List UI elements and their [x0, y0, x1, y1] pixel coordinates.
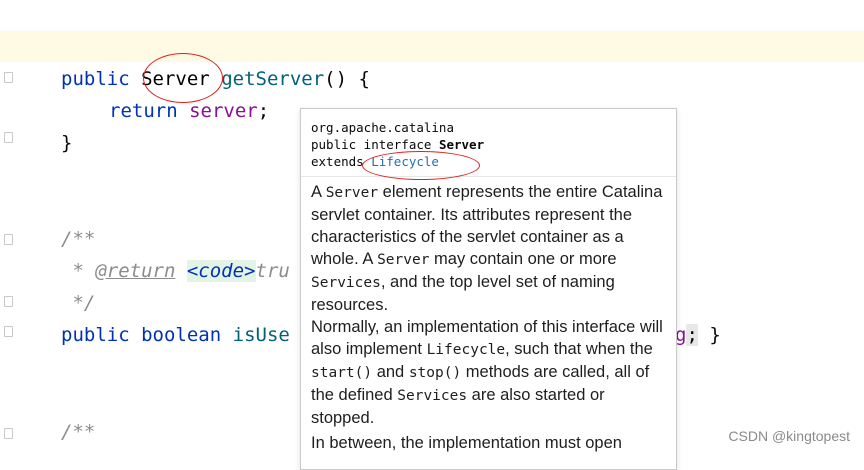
html-code-tag: <code>: [186, 260, 256, 282]
doc-code-span: Services: [397, 388, 468, 404]
code-text: ;: [257, 100, 270, 122]
fold-icon[interactable]: [4, 428, 13, 439]
fold-icon[interactable]: [4, 72, 13, 83]
code-line-isuse-tail: g; }: [675, 323, 721, 347]
comment-text: *: [61, 260, 96, 282]
method-name: getServer: [221, 68, 325, 90]
code-line-brace[interactable]: }: [61, 131, 72, 155]
fold-icon[interactable]: [4, 132, 13, 143]
doc-text-span: A: [311, 183, 326, 201]
current-line-highlight: [0, 31, 864, 62]
doc-declaration: public interface Server: [311, 136, 666, 153]
doc-body: A Server element represents the entire C…: [301, 177, 676, 458]
code-text: }: [61, 132, 73, 154]
quick-documentation-popup[interactable]: org.apache.catalina public interface Ser…: [300, 108, 677, 470]
code-text: }: [697, 324, 721, 346]
doc-code-span: start(): [311, 365, 373, 381]
watermark: CSDN @kingtopest: [728, 428, 850, 444]
doc-code-span: Lifecycle: [426, 342, 506, 358]
fold-icon[interactable]: [4, 326, 13, 337]
doc-signature: org.apache.catalina public interface Ser…: [301, 109, 676, 177]
doc-text-span: , such that when the: [505, 340, 653, 358]
doc-code-span: Server: [377, 252, 430, 268]
annotation-ellipse: [143, 53, 223, 103]
decl-prefix: public interface: [311, 137, 439, 152]
doc-text-span: may contain one or more: [429, 250, 617, 268]
decl-name: Server: [438, 137, 485, 152]
comment-text: */: [61, 292, 96, 314]
keyword: return: [109, 100, 178, 122]
doc-code-span: Services: [311, 275, 381, 291]
javadoc-open[interactable]: /**: [61, 227, 95, 251]
javadoc-tag: @return: [95, 260, 176, 282]
comment-text: /**: [61, 228, 96, 250]
keyword: public: [61, 324, 130, 346]
comment-text: /**: [61, 421, 96, 443]
field-server: server: [189, 100, 258, 122]
javadoc-close[interactable]: */: [61, 291, 95, 315]
keyword: public: [61, 68, 130, 90]
doc-paragraph-3: In between, the implementation must open: [311, 434, 622, 452]
editor-gutter: [0, 0, 16, 457]
doc-package: org.apache.catalina: [311, 120, 454, 135]
annotation-ellipse: [362, 151, 480, 180]
javadoc-return-line[interactable]: * @return <code>tru: [61, 259, 290, 283]
comment-text: tru: [255, 260, 290, 282]
code-text: () {: [324, 68, 370, 90]
javadoc-open-2[interactable]: /**: [61, 420, 95, 444]
keyword: boolean: [141, 324, 222, 346]
doc-code-span: stop(): [408, 365, 462, 381]
code-text: ;: [686, 324, 698, 346]
fold-icon[interactable]: [4, 296, 13, 307]
doc-paragraph-2: Normally, an implementation of this inte…: [311, 316, 666, 429]
method-name: isUse: [232, 324, 290, 346]
doc-code-span: Server: [325, 185, 379, 201]
fold-icon[interactable]: [4, 234, 13, 245]
doc-paragraph-1: A Server element represents the entire C…: [311, 181, 666, 316]
comment-text: [175, 260, 186, 282]
code-line-isuse[interactable]: public boolean isUse: [61, 323, 290, 347]
doc-text-span: and: [372, 363, 409, 381]
